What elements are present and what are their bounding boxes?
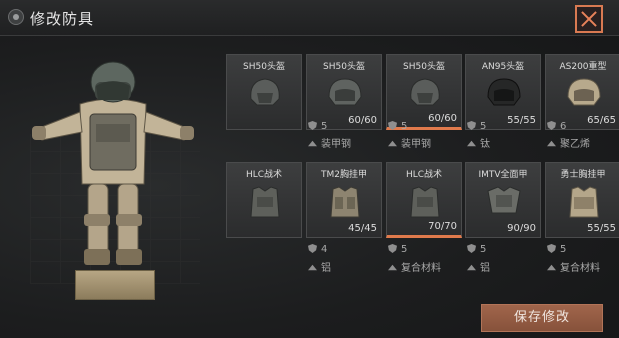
helmet-durability: 60/60 bbox=[428, 113, 457, 124]
helmet-slot-3[interactable]: SH50头盔 60/60 bbox=[386, 54, 462, 130]
shield-icon bbox=[467, 121, 476, 130]
helmet-3-armor-class: 5 bbox=[388, 121, 407, 132]
helmet-2-armor-class: 5 bbox=[308, 121, 327, 132]
vest-3-material: 复合材料 bbox=[388, 259, 441, 274]
helmet-5-material: 聚乙烯 bbox=[547, 135, 590, 150]
vest-slot-1[interactable]: HLC战术 bbox=[226, 162, 302, 238]
material-icon bbox=[308, 264, 317, 271]
material-icon bbox=[467, 140, 476, 147]
shield-icon bbox=[308, 244, 317, 253]
helmet-durability: 60/60 bbox=[348, 115, 377, 126]
vest-3-armor-class: 5 bbox=[388, 244, 407, 255]
helmet-name: SH50头盔 bbox=[403, 62, 445, 72]
helmet-slot-2[interactable]: SH50头盔 60/60 bbox=[306, 54, 382, 130]
vest-name: TM2胸挂甲 bbox=[321, 170, 367, 180]
helmet-2-material: 装甲钢 bbox=[308, 135, 351, 150]
character-preview bbox=[20, 44, 210, 304]
vest-slot-4[interactable]: IMTV全面甲 90/90 bbox=[465, 162, 541, 238]
tan-helmet-icon bbox=[567, 78, 601, 106]
vest-slot-5[interactable]: 勇士胸挂甲 55/55 bbox=[545, 162, 619, 238]
close-button[interactable] bbox=[575, 5, 603, 33]
camo-vest-icon bbox=[330, 186, 360, 218]
shield-icon bbox=[547, 244, 556, 253]
tan-vest-icon bbox=[569, 186, 599, 218]
vest-name: 勇士胸挂甲 bbox=[560, 170, 606, 180]
helmet-durability: 55/55 bbox=[507, 115, 536, 126]
material-icon bbox=[308, 140, 317, 147]
vest-durability: 55/55 bbox=[587, 223, 616, 234]
helmet-name: SH50头盔 bbox=[323, 62, 365, 72]
material-icon bbox=[547, 140, 556, 147]
helmet-durability: 65/65 bbox=[587, 115, 616, 126]
soldier-model bbox=[32, 61, 194, 265]
helmet-name: AS200重型 bbox=[559, 62, 607, 72]
full-vest-icon bbox=[487, 186, 521, 214]
helmet-slot-1[interactable]: SH50头盔 bbox=[226, 54, 302, 130]
pedestal bbox=[75, 270, 155, 300]
material-icon bbox=[388, 140, 397, 147]
game-logo-icon bbox=[8, 9, 24, 25]
shield-icon bbox=[547, 121, 556, 130]
save-button[interactable]: 保存修改 bbox=[481, 304, 603, 332]
vest-5-armor-class: 5 bbox=[547, 244, 566, 255]
vest-2-armor-class: 4 bbox=[308, 244, 327, 255]
vest-slot-2[interactable]: TM2胸挂甲 45/45 bbox=[306, 162, 382, 238]
vest-durability: 70/70 bbox=[428, 221, 457, 232]
helmet-name: AN95头盔 bbox=[481, 62, 525, 72]
material-icon bbox=[547, 264, 556, 271]
vest-5-material: 复合材料 bbox=[547, 259, 600, 274]
helmet-name: SH50头盔 bbox=[243, 62, 285, 72]
vest-slot-3[interactable]: HLC战术 70/70 bbox=[386, 162, 462, 238]
helmet-open-icon bbox=[410, 78, 440, 106]
vest-durability: 45/45 bbox=[348, 223, 377, 234]
page-title: 修改防具 bbox=[30, 10, 95, 28]
shield-icon bbox=[467, 244, 476, 253]
header-bar: 修改防具 bbox=[0, 0, 619, 36]
vest-2-material: 铝 bbox=[308, 259, 331, 274]
black-helmet-icon bbox=[487, 78, 521, 106]
vest-durability: 90/90 bbox=[507, 223, 536, 234]
shield-icon bbox=[308, 121, 317, 130]
helmet-slot-4[interactable]: AN95头盔 55/55 bbox=[465, 54, 541, 130]
vest-4-material: 铝 bbox=[467, 259, 490, 274]
vest-name: HLC战术 bbox=[405, 170, 443, 180]
vest-4-armor-class: 5 bbox=[467, 244, 486, 255]
helmet-4-material: 钛 bbox=[467, 135, 490, 150]
helmet-slot-5[interactable]: AS200重型 65/65 bbox=[545, 54, 619, 130]
helmet-5-armor-class: 6 bbox=[547, 121, 566, 132]
helmet-3-material: 装甲钢 bbox=[388, 135, 431, 150]
material-icon bbox=[388, 264, 397, 271]
vest-icon bbox=[250, 186, 280, 218]
armor-edit-screen: 修改防具 SH50头盔 SH50头盔 60/60 SH50头盔 60/60 AN… bbox=[0, 0, 619, 338]
helmet-icon bbox=[328, 78, 362, 106]
vest-name: HLC战术 bbox=[245, 170, 283, 180]
vest-name: IMTV全面甲 bbox=[478, 170, 528, 180]
shield-icon bbox=[388, 244, 397, 253]
vest-icon bbox=[410, 186, 440, 218]
helmet-open-icon bbox=[250, 78, 280, 106]
material-icon bbox=[467, 264, 476, 271]
shield-icon bbox=[388, 121, 397, 130]
helmet-4-armor-class: 5 bbox=[467, 121, 486, 132]
